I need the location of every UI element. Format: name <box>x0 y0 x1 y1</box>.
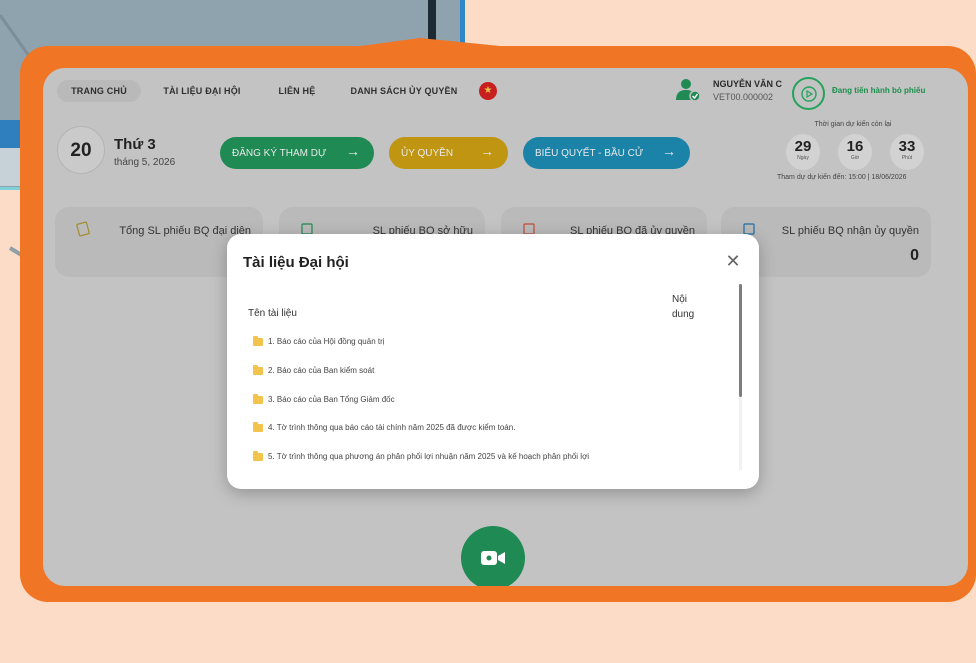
arrow-right-icon: → <box>662 143 676 159</box>
proxy-label: ỦY QUYỀN <box>401 147 454 159</box>
stat-label: Tổng SL phiếu BQ đại diện <box>119 225 251 237</box>
arrow-right-icon: → <box>480 143 494 159</box>
document-row[interactable]: 5. Tờ trình thông qua phương án phân phố… <box>253 450 589 461</box>
play-icon <box>800 85 817 102</box>
vote-election-button[interactable]: BIỂU QUYẾT - BẦU CỬ → <box>523 137 690 169</box>
vote-election-label: BIỂU QUYẾT - BẦU CỬ <box>535 147 644 159</box>
document-row[interactable]: 2. Báo cáo của Ban kiểm soát <box>253 364 374 375</box>
folder-icon <box>253 335 263 346</box>
countdown-label: Thời gian dự kiến còn lại <box>814 121 892 128</box>
nav-documents[interactable]: TÀI LIỆU ĐẠI HỘI <box>149 80 255 102</box>
countdown-end: Tham dự dự kiến đến: 15:00 | 18/06/2026 <box>777 174 907 181</box>
close-icon[interactable]: ✕ <box>721 250 745 274</box>
play-button[interactable] <box>792 77 825 110</box>
document-row[interactable]: 3. Báo cáo của Ban Tổng Giám đốc <box>253 393 395 404</box>
folder-icon <box>253 393 263 404</box>
scrollbar-thumb[interactable] <box>739 284 742 397</box>
column-content: Nội dung <box>672 294 695 320</box>
proxy-button[interactable]: ỦY QUYỀN → <box>389 137 508 169</box>
document-row[interactable]: 1. Báo cáo của Hội đồng quản trị <box>253 335 385 346</box>
column-document-name: Tên tài liệu <box>248 308 297 319</box>
user-verified-icon <box>676 79 701 102</box>
date-day: 20 <box>57 126 105 174</box>
nav-proxy-list[interactable]: DANH SÁCH ỦY QUYỀN <box>339 80 469 102</box>
documents-modal: Tài liệu Đại hội ✕ Tên tài liệu Nội dung… <box>227 234 759 489</box>
register-attend-button[interactable]: ĐĂNG KÝ THAM DỰ → <box>220 137 374 169</box>
folder-icon <box>253 364 263 375</box>
voting-status: Đang tiến hành bỏ phiếu <box>832 86 926 95</box>
stat-label: SL phiếu BQ nhận ủy quyền <box>781 225 919 237</box>
countdown-days: 29 Ngày <box>786 134 820 170</box>
folder-icon <box>253 450 263 461</box>
register-attend-label: ĐĂNG KÝ THAM DỰ <box>232 147 327 159</box>
vietnam-flag-icon[interactable]: ★ <box>479 82 497 100</box>
date-month: tháng 5, 2026 <box>114 157 176 168</box>
document-row[interactable]: 4. Tờ trình thông qua báo cáo tài chính … <box>253 421 515 432</box>
user-code: VET00.000002 <box>713 92 774 102</box>
countdown-hours: 16 Giờ <box>838 134 872 170</box>
nav-contact[interactable]: LIÊN HỆ <box>263 80 331 102</box>
background-bar <box>428 0 436 50</box>
stat-value: 0 <box>910 247 919 264</box>
ballot-icon <box>76 221 90 237</box>
video-camera-icon <box>481 551 505 565</box>
user-name: NGUYỄN VĂN C <box>713 79 783 89</box>
folder-icon <box>253 421 263 432</box>
top-nav: TRANG CHỦ TÀI LIỆU ĐẠI HỘI LIÊN HỆ DANH … <box>43 68 968 114</box>
countdown-minutes: 33 Phút <box>890 134 924 170</box>
nav-home[interactable]: TRANG CHỦ <box>57 80 141 102</box>
arrow-right-icon: → <box>346 143 360 159</box>
date-weekday: Thứ 3 <box>114 136 156 153</box>
video-call-button[interactable] <box>461 526 525 586</box>
modal-title: Tài liệu Đại hội <box>243 254 349 271</box>
